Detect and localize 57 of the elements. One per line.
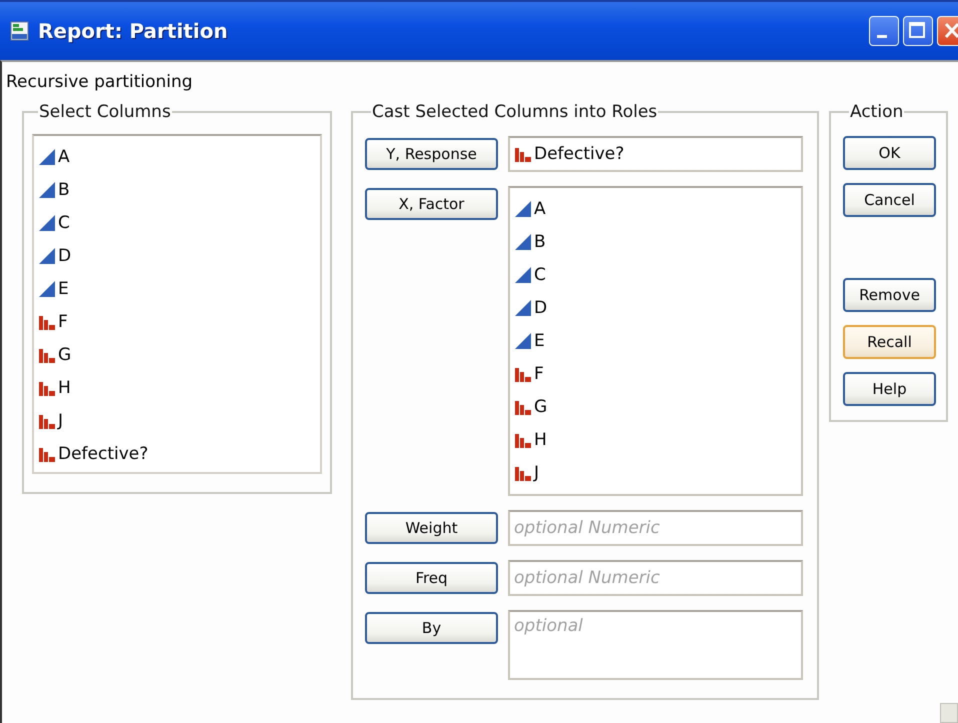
column-item[interactable]: B bbox=[534, 232, 546, 252]
action-button[interactable]: OK bbox=[843, 136, 936, 170]
action-button[interactable]: Help bbox=[843, 372, 936, 406]
close-button[interactable] bbox=[937, 16, 958, 46]
column-item[interactable]: F bbox=[58, 312, 68, 332]
column-item[interactable]: A bbox=[58, 146, 70, 166]
role-field[interactable]: optional Numeric bbox=[508, 560, 803, 596]
column-item[interactable]: A bbox=[534, 198, 546, 218]
action-button[interactable]: Cancel bbox=[843, 183, 936, 217]
column-item[interactable]: Defective? bbox=[534, 144, 624, 164]
triangle-icon bbox=[38, 214, 56, 232]
role-button[interactable]: X, Factor bbox=[365, 188, 498, 220]
role-field[interactable]: optional Numeric bbox=[508, 510, 803, 546]
triangle-icon bbox=[514, 298, 532, 316]
triangle-icon bbox=[514, 200, 532, 218]
column-item[interactable]: C bbox=[58, 212, 70, 232]
column-item[interactable]: E bbox=[534, 330, 545, 350]
dialog-heading: Recursive partitioning bbox=[5, 71, 194, 94]
role-button[interactable]: Freq bbox=[365, 562, 498, 594]
action-button[interactable]: Recall bbox=[843, 325, 936, 359]
column-item[interactable]: E bbox=[58, 278, 69, 298]
group-title: Select Columns bbox=[38, 102, 172, 122]
role-button[interactable]: Y, Response bbox=[365, 138, 498, 170]
column-item[interactable]: G bbox=[534, 396, 548, 416]
role-list[interactable]: A B C D E F G H J bbox=[508, 186, 803, 496]
resize-grip[interactable] bbox=[940, 703, 958, 723]
maximize-button[interactable] bbox=[903, 16, 933, 46]
triangle-icon bbox=[514, 266, 532, 284]
column-item[interactable]: B bbox=[58, 180, 70, 200]
triangle-icon bbox=[38, 180, 56, 198]
column-item[interactable]: H bbox=[58, 378, 71, 398]
column-item[interactable]: H bbox=[534, 430, 547, 450]
triangle-icon bbox=[514, 232, 532, 250]
role-field[interactable]: optional bbox=[508, 610, 803, 680]
action-button[interactable]: Remove bbox=[843, 278, 936, 312]
role-button[interactable]: By bbox=[365, 612, 498, 644]
column-item[interactable]: C bbox=[534, 264, 546, 284]
column-item[interactable]: G bbox=[58, 344, 72, 364]
triangle-icon bbox=[38, 148, 56, 166]
column-list[interactable]: A B C D E F G H J Defective? bbox=[32, 134, 322, 474]
column-item[interactable]: Defective? bbox=[58, 444, 148, 464]
column-item[interactable]: D bbox=[58, 246, 72, 266]
app-icon bbox=[10, 20, 30, 42]
triangle-icon bbox=[38, 280, 56, 298]
triangle-icon bbox=[38, 246, 56, 264]
column-item[interactable]: F bbox=[534, 364, 544, 384]
group-title: Cast Selected Columns into Roles bbox=[371, 102, 658, 122]
bar-chart-icon bbox=[514, 145, 532, 163]
minimize-button[interactable] bbox=[869, 16, 899, 46]
role-field[interactable]: Defective? bbox=[508, 136, 803, 172]
group-title: Action bbox=[849, 102, 904, 122]
column-item[interactable]: J bbox=[534, 462, 540, 482]
column-item[interactable]: D bbox=[534, 298, 548, 318]
triangle-icon bbox=[514, 332, 532, 350]
column-item[interactable]: J bbox=[58, 410, 64, 430]
window-title: Report: Partition bbox=[38, 19, 229, 43]
role-button[interactable]: Weight bbox=[365, 512, 498, 544]
